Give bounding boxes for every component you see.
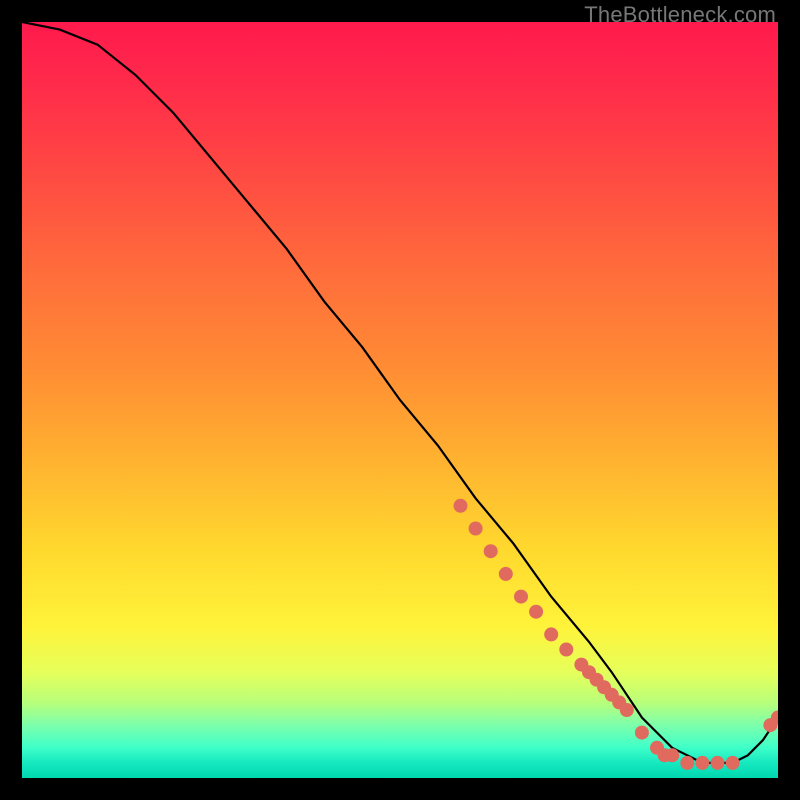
chart-frame: TheBottleneck.com <box>0 0 800 800</box>
data-point-marker <box>695 756 709 770</box>
data-point-marker <box>711 756 725 770</box>
data-point-marker <box>620 703 634 717</box>
marker-group <box>454 499 779 770</box>
bottleneck-curve <box>22 22 778 763</box>
data-point-marker <box>726 756 740 770</box>
curve-svg <box>22 22 778 778</box>
data-point-marker <box>544 627 558 641</box>
data-point-marker <box>559 643 573 657</box>
data-point-marker <box>680 756 694 770</box>
data-point-marker <box>514 590 528 604</box>
data-point-marker <box>484 544 498 558</box>
data-point-marker <box>469 522 483 536</box>
data-point-marker <box>499 567 513 581</box>
plot-area <box>22 22 778 778</box>
data-point-marker <box>665 748 679 762</box>
data-point-marker <box>454 499 468 513</box>
data-point-marker <box>635 726 649 740</box>
data-point-marker <box>529 605 543 619</box>
